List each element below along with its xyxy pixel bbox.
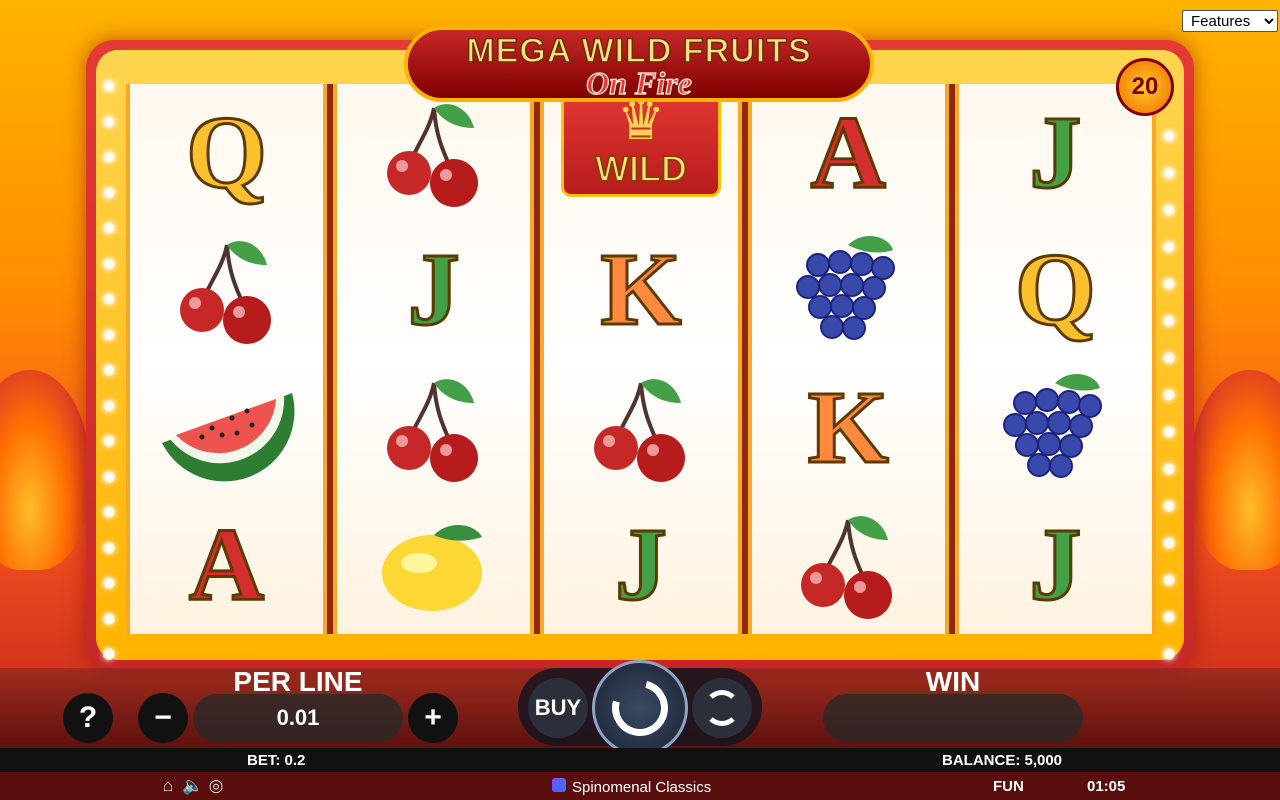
symbol-letter: Q [185,94,269,210]
reel-1: QA [126,84,328,634]
symbol-j: J [551,500,731,630]
balance-readout: BALANCE: 5,000 [942,752,1063,769]
symbol-k: K [551,225,731,355]
info-bar: BET: 0.2 BALANCE: 5,000 [0,748,1280,772]
spin-button[interactable] [592,660,688,756]
symbol-letter: A [188,507,266,623]
win-value [823,694,1083,742]
per-line-value: 0.01 [193,694,403,742]
symbol-watermelon-icon [137,363,317,493]
symbol-cherry-icon [758,500,938,630]
crown-icon: ♛ [616,91,666,152]
symbol-letter: K [599,232,683,348]
footer-bar: ⌂ 🔈 ◎ Spinomenal Classics FUN 01:05 [0,772,1280,800]
reel-4: AK [747,84,949,634]
symbol-letter: J [1028,94,1083,210]
spin-icon [601,669,679,747]
right-bulb-strip [1158,130,1180,660]
turbo-icon[interactable]: ◎ [206,776,226,796]
symbol-a: A [758,88,938,218]
reel-2: J [333,84,535,634]
symbol-lemon-icon [344,500,524,630]
reel-5: JQJ [954,84,1157,634]
increase-bet-button[interactable]: + [408,693,458,743]
symbol-grapes-icon [758,225,938,355]
spinomenal-logo-icon [552,778,566,792]
left-bulb-strip [98,80,120,660]
symbol-a: A [137,500,317,630]
symbol-k: K [758,363,938,493]
right-flame-decoration [1190,370,1280,570]
symbol-letter: A [809,94,887,210]
help-button[interactable]: ? [63,693,113,743]
symbol-cherry-icon [344,363,524,493]
home-icon[interactable]: ⌂ [158,776,178,796]
wild-label: WILD [594,147,688,190]
game-logo: MEGA WILD FRUITS On Fire [404,26,874,102]
symbol-letter: Q [1013,232,1097,348]
symbol-q: Q [137,88,317,218]
sound-icon[interactable]: 🔈 [182,776,203,796]
features-select[interactable]: Features [1182,10,1278,32]
symbol-grapes-icon [965,363,1145,493]
bet-readout: BET: 0.2 [247,752,306,769]
game-mode: FUN [993,778,1024,795]
decrease-bet-button[interactable]: − [138,693,188,743]
symbol-cherry-icon [344,88,524,218]
autoplay-icon [704,690,740,726]
symbol-j: J [344,225,524,355]
symbol-j: J [965,500,1145,630]
paylines-badge: 20 [1116,58,1174,116]
reel-3: ♛ WILD K J [540,82,742,634]
reel-grid: Q A J ♛ WILD K J A K J Q J [126,82,1157,634]
symbol-letter: J [614,507,669,623]
footer-brand: Spinomenal Classics [572,779,712,796]
symbol-q: Q [965,225,1145,355]
symbol-letter: K [806,369,890,485]
symbol-letter: J [1028,507,1083,623]
left-flame-decoration [0,370,90,570]
symbol-cherry-icon [137,225,317,355]
symbol-j: J [965,88,1145,218]
clock: 01:05 [1087,778,1126,795]
symbol-letter: J [406,232,461,348]
autoplay-button[interactable] [692,678,752,738]
symbol-cherry-icon [551,363,731,493]
buy-feature-button[interactable]: BUY [528,678,588,738]
symbol-wild: ♛ WILD [551,82,731,218]
